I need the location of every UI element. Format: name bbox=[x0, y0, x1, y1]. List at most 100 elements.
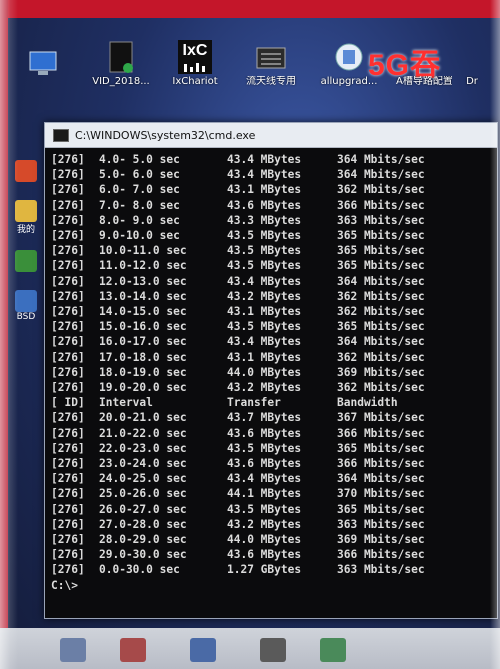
console-row: [276] 24.0-25.0 sec 43.4 MBytes 364 Mbits/s… bbox=[51, 471, 497, 486]
console-row: [276] 25.0-26.0 sec 44.1 MBytes 370 Mbits/s… bbox=[51, 486, 497, 501]
desktop-icon-app[interactable]: Dr bbox=[452, 74, 492, 88]
row-bandwidth: 364 Mbits/sec bbox=[337, 335, 425, 349]
console-row: [276] 11.0-12.0 sec 43.5 MBytes 365 Mbits/s… bbox=[51, 258, 497, 273]
desktop-icon-label: VID_2018... bbox=[92, 76, 150, 87]
row-interval: 17.0-18.0 sec bbox=[99, 350, 187, 364]
row-id: [276] bbox=[51, 457, 85, 471]
console-row: [276] 21.0-22.0 sec 43.6 MBytes 366 Mbits/s… bbox=[51, 426, 497, 441]
row-id: [276] bbox=[51, 244, 85, 258]
row-bandwidth: Bandwidth bbox=[337, 396, 398, 410]
row-id: [276] bbox=[51, 335, 85, 349]
desktop-icon-ixchariot[interactable]: IxC IxChariot bbox=[164, 40, 226, 88]
row-bandwidth: 362 Mbits/sec bbox=[337, 289, 425, 303]
row-transfer: 43.4 MBytes bbox=[227, 274, 302, 288]
row-id: [276] bbox=[51, 426, 85, 440]
folder-icon bbox=[15, 200, 37, 222]
row-id: [276] bbox=[51, 168, 85, 182]
cmd-titlebar[interactable]: C:\WINDOWS\system32\cmd.exe bbox=[45, 123, 497, 148]
row-interval: 10.0-11.0 sec bbox=[99, 244, 187, 258]
row-interval: 0.0-30.0 sec bbox=[99, 563, 180, 577]
console-row: [276] 17.0-18.0 sec 43.1 MBytes 362 Mbits/s… bbox=[51, 350, 497, 365]
row-transfer: 43.7 MBytes bbox=[227, 411, 302, 425]
row-id: [276] bbox=[51, 502, 85, 516]
row-bandwidth: 362 Mbits/sec bbox=[337, 381, 425, 395]
row-interval: 26.0-27.0 sec bbox=[99, 502, 187, 516]
taskbar-app-icon[interactable] bbox=[260, 638, 286, 662]
row-bandwidth: 366 Mbits/sec bbox=[337, 548, 425, 562]
console-prompt[interactable]: C:\> bbox=[51, 578, 497, 593]
row-interval: 18.0-19.0 sec bbox=[99, 365, 187, 379]
folder-archive-icon bbox=[254, 40, 288, 74]
row-bandwidth: 362 Mbits/sec bbox=[337, 350, 425, 364]
row-id: [276] bbox=[51, 259, 85, 273]
desktop-icon-video[interactable]: VID_2018... bbox=[90, 40, 152, 88]
row-bandwidth: 364 Mbits/sec bbox=[337, 274, 425, 288]
row-transfer: 43.5 MBytes bbox=[227, 229, 302, 243]
side-icon-1[interactable] bbox=[12, 160, 40, 182]
row-interval: 14.0-15.0 sec bbox=[99, 305, 187, 319]
row-transfer: 43.2 MBytes bbox=[227, 289, 302, 303]
row-bandwidth: 365 Mbits/sec bbox=[337, 502, 425, 516]
console-row: [276] 9.0-10.0 sec 43.5 MBytes 365 Mbits/se… bbox=[51, 228, 497, 243]
side-icon-3[interactable] bbox=[12, 250, 40, 272]
row-interval: Interval bbox=[99, 396, 153, 410]
row-bandwidth: 364 Mbits/sec bbox=[337, 168, 425, 182]
console-row: [276] 10.0-11.0 sec 43.5 MBytes 365 Mbits/s… bbox=[51, 243, 497, 258]
taskbar-app-icon[interactable] bbox=[190, 638, 216, 662]
ixchariot-glyph: IxC bbox=[182, 42, 208, 59]
row-transfer: 43.2 MBytes bbox=[227, 381, 302, 395]
row-interval: 24.0-25.0 sec bbox=[99, 472, 187, 486]
row-bandwidth: 369 Mbits/sec bbox=[337, 533, 425, 547]
row-bandwidth: 366 Mbits/sec bbox=[337, 426, 425, 440]
console-row: [276] 16.0-17.0 sec 43.4 MBytes 364 Mbits/s… bbox=[51, 334, 497, 349]
row-id: [276] bbox=[51, 441, 85, 455]
desktop-icon-config[interactable]: A槽导路配置 bbox=[396, 74, 452, 88]
screen-top-bezel bbox=[0, 0, 500, 18]
app-icon bbox=[15, 250, 37, 272]
desktop-icon-label: 流天线专用 bbox=[246, 76, 296, 87]
row-interval: 16.0-17.0 sec bbox=[99, 335, 187, 349]
row-id: [276] bbox=[51, 365, 85, 379]
taskbar-app-icon[interactable] bbox=[120, 638, 146, 662]
screen-left-bezel bbox=[0, 0, 8, 669]
row-interval: 4.0- 5.0 sec bbox=[99, 153, 180, 166]
row-bandwidth: 364 Mbits/sec bbox=[337, 153, 425, 166]
row-id: [276] bbox=[51, 487, 85, 501]
row-bandwidth: 366 Mbits/sec bbox=[337, 198, 425, 212]
console-row: [276] 7.0- 8.0 sec 43.6 MBytes 366 Mbits/se… bbox=[51, 198, 497, 213]
row-transfer: 43.5 MBytes bbox=[227, 244, 302, 258]
taskbar-app-icon[interactable] bbox=[60, 638, 86, 662]
cmd-window[interactable]: C:\WINDOWS\system32\cmd.exe [276] 4.0- 5.… bbox=[44, 122, 498, 619]
taskbar-app-icon[interactable] bbox=[320, 638, 346, 662]
row-id: [276] bbox=[51, 274, 85, 288]
row-transfer: 44.0 MBytes bbox=[227, 533, 302, 547]
row-transfer: 43.5 MBytes bbox=[227, 259, 302, 273]
app-icon bbox=[15, 290, 37, 312]
desktop-icon-label: IxChariot bbox=[172, 76, 218, 87]
row-transfer: 43.5 MBytes bbox=[227, 320, 302, 334]
row-id: [276] bbox=[51, 517, 85, 531]
row-transfer: 43.2 MBytes bbox=[227, 517, 302, 531]
row-interval: 22.0-23.0 sec bbox=[99, 441, 187, 455]
console-row: [276] 20.0-21.0 sec 43.7 MBytes 367 Mbits/s… bbox=[51, 410, 497, 425]
desktop-icon-network[interactable] bbox=[12, 46, 74, 80]
row-interval: 7.0- 8.0 sec bbox=[99, 198, 180, 212]
row-id: [276] bbox=[51, 198, 85, 212]
row-interval: 15.0-16.0 sec bbox=[99, 320, 187, 334]
row-transfer: 43.4 MBytes bbox=[227, 153, 302, 166]
console-row: [276] 8.0- 9.0 sec 43.3 MBytes 363 Mbits/se… bbox=[51, 213, 497, 228]
side-icon-4[interactable]: BSD bbox=[12, 290, 40, 322]
console-output[interactable]: [276] 4.0- 5.0 sec 43.4 MBytes 364 Mbits/se… bbox=[45, 148, 497, 618]
row-interval: 6.0- 7.0 sec bbox=[99, 183, 180, 197]
network-shortcut-icon bbox=[15, 160, 37, 182]
console-row: [276] 23.0-24.0 sec 43.6 MBytes 366 Mbits/s… bbox=[51, 456, 497, 471]
row-transfer: 43.5 MBytes bbox=[227, 441, 302, 455]
desktop-icon-label: A槽导路配置 bbox=[396, 76, 452, 87]
side-icon-2[interactable]: 我的 bbox=[12, 200, 40, 235]
row-bandwidth: 365 Mbits/sec bbox=[337, 441, 425, 455]
network-shortcut-icon bbox=[26, 46, 60, 80]
row-transfer: 43.1 MBytes bbox=[227, 305, 302, 319]
console-row: [276] 26.0-27.0 sec 43.5 MBytes 365 Mbits/s… bbox=[51, 502, 497, 517]
desktop-icon-folder-archive[interactable]: 流天线专用 bbox=[240, 40, 302, 88]
console-row: [276] 0.0-30.0 sec 1.27 GBytes 363 Mbits/se… bbox=[51, 562, 497, 577]
